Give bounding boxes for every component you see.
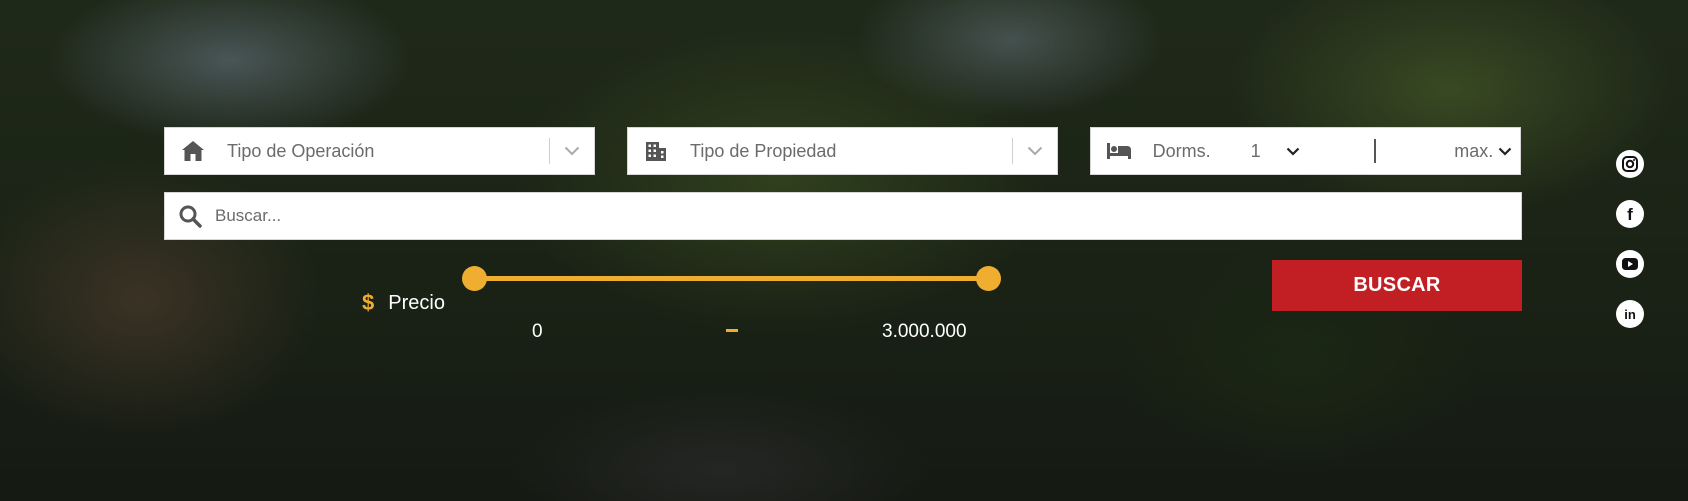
youtube-icon[interactable] [1616,250,1644,278]
linkedin-icon[interactable]: in [1616,300,1644,328]
price-max-value: 3.000.000 [882,321,967,342]
price-range-dash [726,329,738,332]
property-type-select[interactable]: Tipo de Propiedad [627,127,1058,175]
chevron-down-icon[interactable] [1490,147,1520,156]
home-icon [165,140,221,162]
operation-type-label: Tipo de Operación [227,140,375,161]
price-slider-track[interactable] [474,276,989,281]
bedrooms-max-select[interactable]: max. [1454,141,1493,162]
building-icon [628,140,684,162]
chevron-down-icon[interactable] [1013,146,1057,156]
chevron-down-icon[interactable] [1278,147,1308,156]
price-label: $ Precio [362,290,445,316]
search-button[interactable]: BUSCAR [1272,260,1522,311]
dollar-icon: $ [362,290,375,315]
price-slider-min-handle[interactable] [462,266,487,291]
price-label-text: Precio [388,291,445,314]
price-min-value: 0 [532,321,543,342]
bedrooms-label: Dorms. [1152,140,1211,161]
bed-icon [1091,142,1147,160]
bedrooms-min-select[interactable]: 1 [1251,141,1279,162]
chevron-down-icon[interactable] [550,146,594,156]
bedrooms-filter: Dorms. 1 max. [1090,127,1521,175]
price-slider-max-handle[interactable] [976,266,1001,291]
operation-type-select[interactable]: Tipo de Operación [164,127,595,175]
search-icon [165,204,215,228]
bedrooms-divider [1374,139,1377,163]
instagram-icon[interactable] [1616,150,1644,178]
facebook-icon[interactable]: f [1616,200,1644,228]
search-input[interactable] [215,193,1521,239]
property-type-label: Tipo de Propiedad [690,140,837,161]
search-bar [164,192,1522,240]
hero-background [0,0,1688,501]
